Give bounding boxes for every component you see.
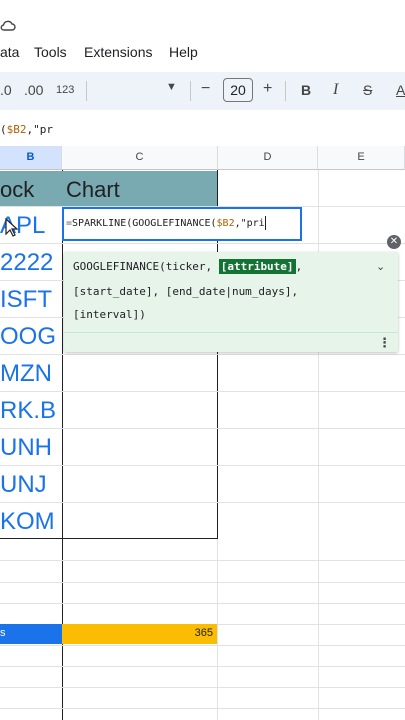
tooltip-highlighted-argument: [attribute] bbox=[218, 259, 296, 274]
menu-extensions[interactable]: Extensions bbox=[84, 44, 152, 60]
editor-function: SPARKLINE(GOOGLEFINANCE( bbox=[72, 218, 217, 229]
editor-tail: ,"pri bbox=[234, 218, 265, 229]
menu-data[interactable]: ata bbox=[0, 44, 19, 60]
cell-b1-stock-header[interactable]: ock bbox=[0, 177, 34, 203]
menu-help[interactable]: Help bbox=[169, 44, 198, 60]
summary-value-text: 365 bbox=[194, 627, 213, 639]
grid-line bbox=[0, 502, 405, 503]
italic-button[interactable]: I bbox=[333, 81, 338, 99]
decrease-decimal-button[interactable]: .0 bbox=[0, 82, 12, 98]
tooltip-args-line: [start_date], [end_date|num_days], bbox=[73, 285, 299, 298]
cell-c1-chart-header[interactable]: Chart bbox=[66, 177, 120, 203]
toolbar-divider bbox=[86, 81, 87, 101]
cell-summary-value[interactable]: 365 bbox=[62, 624, 217, 644]
grid-line bbox=[0, 354, 405, 355]
increase-decimal-button[interactable]: .00 bbox=[24, 82, 43, 98]
grid-line bbox=[0, 645, 405, 646]
cell-stock-ticker[interactable]: OOG bbox=[0, 323, 58, 351]
more-vert-icon[interactable]: ⋮ bbox=[378, 336, 391, 351]
cloud-saved-icon bbox=[0, 20, 16, 31]
font-size-input[interactable]: 20 bbox=[223, 78, 253, 102]
formula-bar[interactable]: ($B2,"pr bbox=[0, 116, 405, 144]
tooltip-comma: , bbox=[295, 260, 303, 273]
toolbar-divider bbox=[190, 81, 191, 101]
tooltip-args-line: [interval]) bbox=[73, 308, 146, 321]
cell-stock-ticker[interactable]: UNH bbox=[0, 434, 58, 462]
menu-bar: ata Tools Extensions Help bbox=[0, 36, 405, 66]
summary-label-text: s bbox=[0, 627, 6, 639]
cell-stock-ticker[interactable]: UNJ bbox=[0, 471, 58, 499]
grid-line bbox=[0, 582, 405, 583]
toolbar-divider bbox=[285, 81, 286, 101]
text-color-button[interactable]: A bbox=[396, 82, 405, 98]
function-help-tooltip: GOOGLEFINANCE(ticker, [attribute], [star… bbox=[64, 252, 398, 352]
cell-summary-label[interactable]: s bbox=[0, 624, 62, 644]
grid-line bbox=[0, 428, 405, 429]
text-cursor bbox=[264, 216, 266, 230]
grid-line bbox=[0, 560, 405, 561]
font-dropdown-chevron-icon[interactable]: ▼ bbox=[166, 81, 177, 93]
menu-tools[interactable]: Tools bbox=[34, 44, 67, 60]
grid-line bbox=[0, 243, 405, 244]
grid-line bbox=[0, 603, 405, 604]
grid-line bbox=[0, 465, 405, 466]
grid-line bbox=[0, 391, 405, 392]
column-header-c[interactable]: C bbox=[62, 146, 218, 170]
column-header-d[interactable]: D bbox=[218, 146, 318, 170]
tooltip-divider bbox=[64, 332, 398, 333]
cell-stock-ticker[interactable]: 2222 bbox=[0, 249, 58, 277]
formula-bar-prefix: ( bbox=[0, 123, 7, 136]
grid-line bbox=[0, 666, 405, 667]
cell-stock-ticker[interactable]: RK.B bbox=[0, 397, 58, 425]
formula-bar-ref: $B2 bbox=[6, 123, 27, 136]
tooltip-function-signature: GOOGLEFINANCE(ticker, bbox=[73, 260, 219, 273]
cell-stock-ticker[interactable]: KOM bbox=[0, 508, 58, 536]
mouse-pointer-icon bbox=[5, 218, 19, 237]
chevron-down-icon[interactable]: ⌄ bbox=[376, 260, 385, 273]
cell-stock-ticker[interactable]: ISFT bbox=[0, 286, 58, 314]
formula-bar-suffix: ,"pr bbox=[26, 123, 54, 136]
increase-font-size-button[interactable]: + bbox=[263, 80, 272, 98]
toolbar: .0 .00 123 ▼ − 20 + B I S A bbox=[0, 72, 405, 110]
grid-line bbox=[0, 538, 218, 539]
decrease-font-size-button[interactable]: − bbox=[201, 80, 210, 98]
strikethrough-button[interactable]: S bbox=[363, 82, 372, 98]
column-header-e[interactable]: E bbox=[318, 146, 405, 170]
editor-ref: $B2 bbox=[216, 218, 235, 229]
bold-button[interactable]: B bbox=[301, 82, 311, 98]
grid-line bbox=[0, 687, 405, 688]
cell-c2-formula-editor[interactable]: =SPARKLINE(GOOGLEFINANCE($B2,"pri bbox=[62, 207, 302, 241]
grid-line bbox=[0, 708, 405, 709]
grid-line bbox=[217, 538, 218, 720]
column-header-b[interactable]: B bbox=[0, 146, 62, 170]
close-icon[interactable]: ✕ bbox=[387, 235, 401, 249]
cell-stock-ticker[interactable]: MZN bbox=[0, 360, 58, 388]
number-format-button[interactable]: 123 bbox=[56, 84, 74, 96]
